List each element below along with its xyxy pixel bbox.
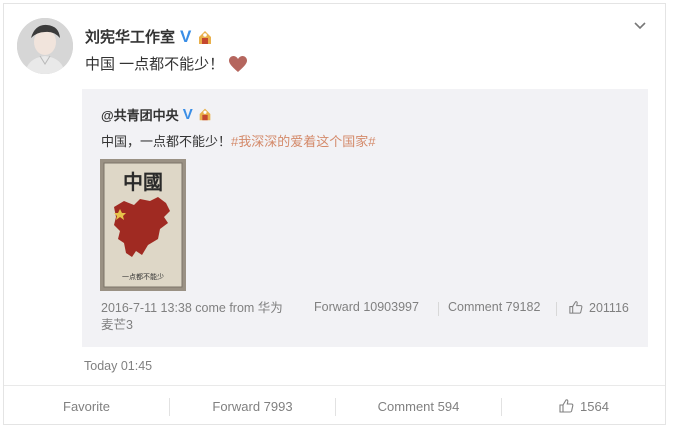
like-count: 1564 <box>580 398 609 414</box>
hashtag-link[interactable]: #我深深的爱着这个国家# <box>231 134 375 149</box>
image-title-text: 中國 <box>123 170 163 194</box>
fan-medal-icon <box>196 28 214 46</box>
repost-like-button[interactable]: 201116 <box>568 300 629 315</box>
avatar[interactable] <box>17 18 73 74</box>
post-text: 中国 一点都不能少！ <box>85 53 248 74</box>
thumbs-up-icon <box>568 300 583 315</box>
reposted-weibo[interactable]: @共青团中央 V 中国，一点都不能少！#我深深的爱着这个国家# 中國 一点都不能… <box>82 89 648 347</box>
repost-author-name[interactable]: @共青团中央 <box>101 105 179 124</box>
verified-icon: V <box>182 106 193 123</box>
favorite-label: Favorite <box>63 398 110 414</box>
repost-like-count: 201116 <box>589 300 629 315</box>
author-row: 刘宪华工作室 V <box>85 26 214 47</box>
like-button[interactable]: 1564 <box>502 386 665 426</box>
verified-icon: V <box>180 27 192 46</box>
chevron-down-icon[interactable] <box>631 17 649 35</box>
comment-button[interactable]: Comment 594 <box>336 386 501 426</box>
divider <box>556 302 557 316</box>
favorite-button[interactable]: Favorite <box>4 386 169 426</box>
repost-image-thumbnail[interactable]: 中國 一点都不能少 <box>100 159 186 291</box>
weibo-post-card: 刘宪华工作室 V 中国 一点都不能少！ @共青团中央 V 中国，一点都不能少！#… <box>3 3 666 425</box>
repost-source-line2[interactable]: 麦芒3 <box>101 317 301 334</box>
repost-forward-link[interactable]: Forward 10903997 <box>314 300 419 314</box>
author-name[interactable]: 刘宪华工作室 <box>85 26 175 47</box>
forward-label: Forward 7993 <box>212 398 293 414</box>
forward-button[interactable]: Forward 7993 <box>170 386 335 426</box>
repost-text-content: 中国，一点都不能少！ <box>101 134 232 149</box>
repost-source: 2016-7-11 13:38 come from 华为 麦芒3 <box>101 300 301 334</box>
repost-text: 中国，一点都不能少！#我深深的爱着这个国家# <box>101 131 375 150</box>
divider <box>438 302 439 316</box>
post-timestamp[interactable]: Today 01:45 <box>84 359 152 373</box>
image-caption-text: 一点都不能少 <box>122 272 164 281</box>
action-bar: Favorite Forward 7993 Comment 594 1564 <box>4 385 665 426</box>
comment-label: Comment 594 <box>377 398 460 414</box>
thumbs-up-icon <box>558 398 574 414</box>
repost-comment-link[interactable]: Comment 79182 <box>448 300 540 314</box>
post-text-content: 中国 一点都不能少！ <box>85 56 225 73</box>
fan-medal-icon <box>197 106 215 124</box>
repost-author-row: @共青团中央 V <box>101 105 215 124</box>
avatar-image <box>17 18 73 74</box>
repost-source-line1[interactable]: 2016-7-11 13:38 come from 华为 <box>101 300 301 317</box>
heart-icon <box>228 55 248 73</box>
